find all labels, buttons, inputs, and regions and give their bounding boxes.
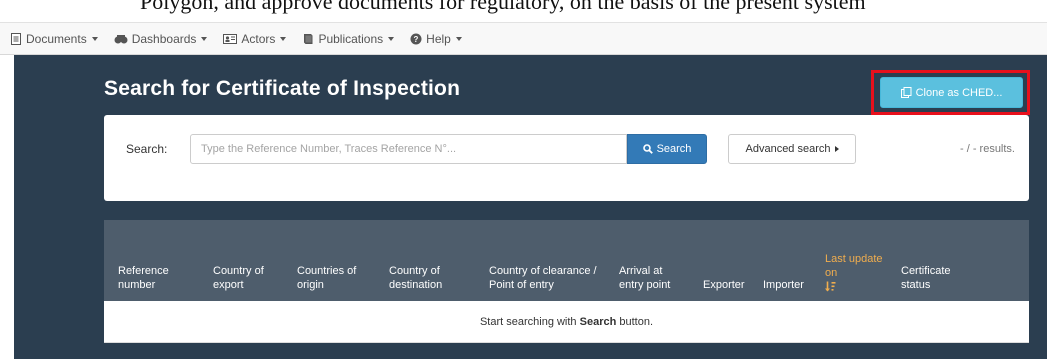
nav-actors-label: Actors bbox=[241, 31, 276, 46]
column-header-arrival-at-entry-point[interactable]: Arrival at entry point bbox=[605, 264, 689, 292]
column-header-countries-of-origin[interactable]: Countries of origin bbox=[283, 264, 375, 292]
book-icon bbox=[304, 33, 313, 44]
results-table: Reference number Country of export Count… bbox=[104, 220, 1029, 343]
nav-publications-label: Publications bbox=[318, 31, 384, 46]
table-header-row: Reference number Country of export Count… bbox=[104, 220, 1029, 301]
advanced-search-button[interactable]: Advanced search bbox=[728, 134, 856, 164]
main-content: Search for Certificate of Inspection Clo… bbox=[14, 55, 1047, 359]
column-header-country-of-export[interactable]: Country of export bbox=[199, 264, 283, 292]
search-input[interactable] bbox=[190, 134, 627, 164]
nav-help-label: Help bbox=[426, 31, 451, 46]
column-header-certificate-status[interactable]: Certificate status bbox=[887, 264, 977, 292]
header-text: Polygon, and approve documents for regul… bbox=[140, 0, 866, 14]
nav-dashboards-label: Dashboards bbox=[131, 31, 197, 46]
column-header-country-of-destination[interactable]: Country of destination bbox=[375, 264, 475, 292]
column-header-last-update-on[interactable]: Last update on bbox=[811, 252, 887, 292]
last-update-on-label: Last update on bbox=[825, 253, 883, 279]
search-icon bbox=[642, 144, 653, 154]
id-card-icon bbox=[223, 33, 238, 44]
advanced-search-label: Advanced search bbox=[745, 143, 831, 155]
copy-icon bbox=[900, 87, 912, 98]
nav-documents-label: Documents bbox=[26, 31, 87, 46]
nav-publications[interactable]: Publications bbox=[302, 31, 395, 46]
clone-as-ched-label: Clone as CHED... bbox=[915, 86, 1003, 99]
chevron-down-icon bbox=[455, 36, 462, 41]
nav-help[interactable]: ? Help bbox=[410, 32, 462, 46]
nav-dashboards[interactable]: Dashboards bbox=[114, 32, 208, 46]
empty-message-prefix: Start searching with bbox=[479, 315, 577, 328]
search-button-label: Search bbox=[656, 143, 692, 155]
search-panel: Search: Search Advanced search - / - res… bbox=[104, 115, 1029, 201]
question-icon: ? bbox=[410, 33, 422, 44]
empty-message-bold: Search bbox=[579, 315, 617, 328]
nav-actors[interactable]: Actors bbox=[223, 31, 287, 46]
dashboard-icon bbox=[114, 34, 128, 43]
clone-as-ched-button[interactable]: Clone as CHED... bbox=[880, 77, 1023, 108]
cropped-header-strip: Polygon, and approve documents for regul… bbox=[0, 0, 1047, 22]
column-header-country-of-clearance[interactable]: Country of clearance / Point of entry bbox=[475, 264, 605, 292]
column-header-reference-number[interactable]: Reference number bbox=[104, 264, 199, 292]
navbar: Documents Dashboards Actors Publications… bbox=[0, 22, 1047, 55]
column-header-exporter[interactable]: Exporter bbox=[689, 278, 749, 292]
results-count: - / - results. bbox=[959, 143, 1015, 155]
nav-documents[interactable]: Documents bbox=[10, 32, 98, 46]
document-icon bbox=[11, 32, 21, 45]
empty-message-suffix: button. bbox=[619, 315, 654, 328]
search-button[interactable]: Search bbox=[627, 134, 707, 164]
sort-descending-icon bbox=[825, 281, 836, 292]
svg-text:?: ? bbox=[414, 35, 419, 44]
chevron-right-icon bbox=[834, 146, 839, 152]
column-header-importer[interactable]: Importer bbox=[749, 278, 811, 292]
chevron-down-icon bbox=[91, 36, 98, 41]
chevron-down-icon bbox=[388, 36, 395, 41]
table-empty-row: Start searching with Search button. bbox=[104, 301, 1029, 343]
page-title: Search for Certificate of Inspection bbox=[104, 77, 461, 100]
search-label: Search: bbox=[126, 142, 168, 156]
chevron-down-icon bbox=[201, 36, 208, 41]
chevron-down-icon bbox=[280, 36, 287, 41]
